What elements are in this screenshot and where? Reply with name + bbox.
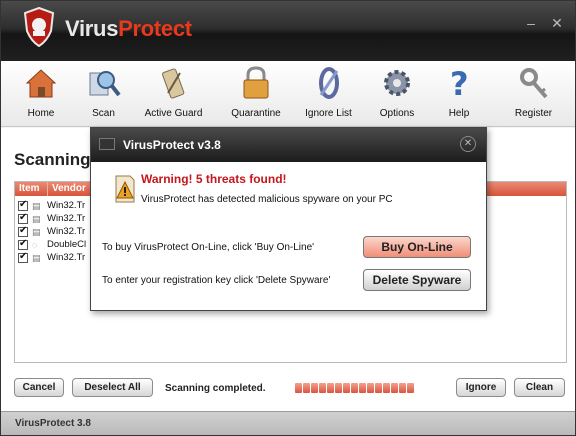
toolbar-active-guard-button[interactable]: Active Guard — [126, 61, 221, 126]
toolbar-help-button[interactable]: ? Help — [428, 61, 490, 126]
scan-status: Scanning completed. — [165, 383, 266, 394]
scan-progress-bar — [295, 382, 415, 394]
dialog-message: VirusProtect has detected malicious spyw… — [141, 194, 393, 205]
column-header-item[interactable]: Item — [15, 182, 48, 196]
buy-online-button[interactable]: Buy On-Line — [363, 236, 471, 258]
row-checkbox[interactable] — [18, 238, 28, 250]
toolbar-home-label: Home — [27, 108, 55, 119]
delete-spyware-button[interactable]: Delete Spyware — [363, 269, 471, 291]
toolbar-scan-button[interactable]: Scan — [81, 61, 126, 126]
toolbar-scan-label: Scan — [92, 108, 115, 119]
threat-name: Win32.Tr — [47, 200, 86, 211]
status-bar: VirusProtect 3.8 — [1, 411, 575, 435]
toolbar-ignore-list-button[interactable]: Ignore List — [291, 61, 366, 126]
toolbar-quarantine-label: Quarantine — [231, 108, 281, 119]
main-window: VirusProtect – ✕ Home Scan Active Guard … — [0, 0, 576, 436]
threat-name: Win32.Tr — [47, 252, 86, 263]
minimize-button[interactable]: – — [525, 16, 537, 30]
threat-alert-dialog: VirusProtect v3.8 ✕ Warning! 5 threats f… — [90, 127, 487, 311]
app-title-part1: Virus — [65, 16, 119, 41]
gear-icon — [384, 70, 410, 96]
toolbar-home-button[interactable]: Home — [1, 61, 81, 126]
ignore-icon — [318, 67, 339, 99]
page-title: Scanning — [14, 150, 91, 169]
warning-heading: Warning! 5 threats found! — [141, 172, 287, 186]
toolbar: Home Scan Active Guard Quarantine Ignore… — [1, 61, 575, 127]
key-icon — [519, 68, 548, 99]
register-instructions: To enter your registration key click 'De… — [102, 275, 331, 286]
cookie-icon: ◌ — [32, 239, 38, 250]
app-title: VirusProtect — [65, 16, 192, 42]
toolbar-quarantine-button[interactable]: Quarantine — [221, 61, 291, 126]
file-icon: ▤ — [32, 226, 41, 237]
dialog-app-icon — [99, 138, 115, 150]
window-controls: – ✕ — [525, 16, 563, 30]
toolbar-options-label: Options — [379, 108, 415, 119]
buy-instructions: To buy VirusProtect On-Line, click 'Buy … — [102, 242, 315, 253]
file-icon: ▤ — [32, 200, 41, 211]
guard-icon — [161, 68, 184, 99]
home-icon — [25, 69, 57, 98]
row-checkbox[interactable] — [18, 251, 28, 263]
toolbar-register-label: Register — [514, 108, 553, 119]
cancel-button[interactable]: Cancel — [14, 378, 64, 397]
deselect-all-button[interactable]: Deselect All — [72, 378, 153, 397]
title-bar: VirusProtect – ✕ — [1, 1, 575, 61]
dialog-title-bar: VirusProtect v3.8 ✕ — [91, 128, 486, 162]
row-checkbox[interactable] — [18, 212, 28, 224]
shield-logo-icon — [23, 7, 55, 47]
warning-document-icon — [115, 175, 135, 203]
file-icon: ▤ — [32, 213, 41, 224]
padlock-icon — [243, 66, 269, 99]
dialog-title: VirusProtect v3.8 — [123, 138, 221, 152]
file-icon: ▤ — [32, 252, 41, 263]
threat-name: Win32.Tr — [47, 213, 86, 224]
toolbar-ignore-list-label: Ignore List — [305, 108, 352, 119]
svg-text:?: ? — [450, 65, 469, 101]
threat-name: DoubleCl — [47, 239, 87, 250]
toolbar-active-guard-label: Active Guard — [144, 108, 203, 119]
toolbar-help-label: Help — [448, 108, 470, 119]
ignore-button[interactable]: Ignore — [456, 378, 506, 397]
close-button[interactable]: ✕ — [551, 16, 563, 30]
threat-name: Win32.Tr — [47, 226, 86, 237]
dialog-close-button[interactable]: ✕ — [460, 136, 476, 152]
toolbar-register-button[interactable]: Register — [490, 61, 575, 126]
status-bar-text: VirusProtect 3.8 — [15, 418, 91, 429]
row-checkbox[interactable] — [18, 225, 28, 237]
row-checkbox[interactable] — [18, 199, 28, 211]
app-title-part2: Protect — [118, 16, 192, 41]
magnifier-icon — [89, 71, 121, 97]
help-icon: ? — [450, 65, 469, 101]
toolbar-options-button[interactable]: Options — [366, 61, 428, 126]
clean-button[interactable]: Clean — [514, 378, 565, 397]
